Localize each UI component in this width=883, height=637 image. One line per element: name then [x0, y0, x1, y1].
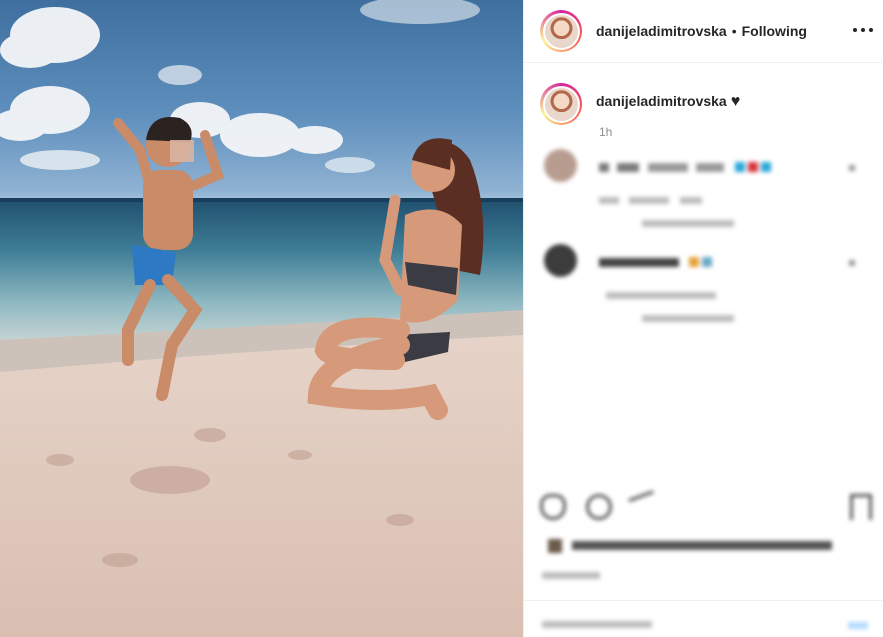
post-header: danijeladimitrovska • Following — [524, 0, 883, 63]
comment-text-obscured — [599, 254, 715, 272]
commenter-avatar[interactable] — [544, 244, 577, 277]
liked-by-obscured[interactable] — [548, 537, 833, 555]
view-replies-obscured[interactable] — [642, 214, 734, 232]
add-comment-bar[interactable] — [524, 600, 883, 637]
post-date-obscured — [542, 566, 600, 584]
bookmark-icon[interactable] — [850, 494, 872, 520]
comment-meta-obscured — [599, 191, 702, 209]
view-replies-obscured[interactable] — [642, 309, 734, 327]
commenter-avatar[interactable] — [544, 149, 577, 182]
comment-item — [524, 149, 883, 249]
comment-icon[interactable] — [586, 494, 612, 520]
post-caption: danijeladimitrovska ♥ — [524, 63, 883, 125]
avatar-image — [544, 14, 578, 48]
post-comment-button-obscured[interactable] — [848, 616, 868, 634]
comment-text-obscured — [599, 159, 774, 177]
comment-meta-obscured — [606, 286, 716, 304]
heart-icon[interactable] — [540, 494, 566, 520]
caption-timestamp: 1h — [599, 125, 613, 139]
beach-photo-scene — [0, 0, 523, 637]
caption-text: ♥ — [730, 93, 741, 110]
add-comment-placeholder-obscured[interactable] — [542, 615, 652, 633]
following-button[interactable]: Following — [742, 23, 807, 39]
like-comment-icon[interactable] — [849, 260, 855, 266]
share-icon[interactable] — [628, 490, 662, 524]
author-avatar[interactable] — [540, 10, 582, 52]
post-photo[interactable] — [0, 0, 523, 637]
caption-avatar[interactable] — [540, 83, 582, 125]
more-options-icon[interactable] — [853, 22, 873, 38]
post-actions-bar — [540, 490, 872, 526]
post-side-panel: danijeladimitrovska • Following danijela… — [523, 0, 883, 637]
avatar-image — [544, 87, 578, 121]
like-comment-icon[interactable] — [849, 165, 855, 171]
comment-item — [524, 244, 883, 344]
author-username[interactable]: danijeladimitrovska — [596, 23, 727, 39]
header-separator: • — [731, 23, 737, 39]
caption-username[interactable]: danijeladimitrovska — [596, 93, 727, 109]
